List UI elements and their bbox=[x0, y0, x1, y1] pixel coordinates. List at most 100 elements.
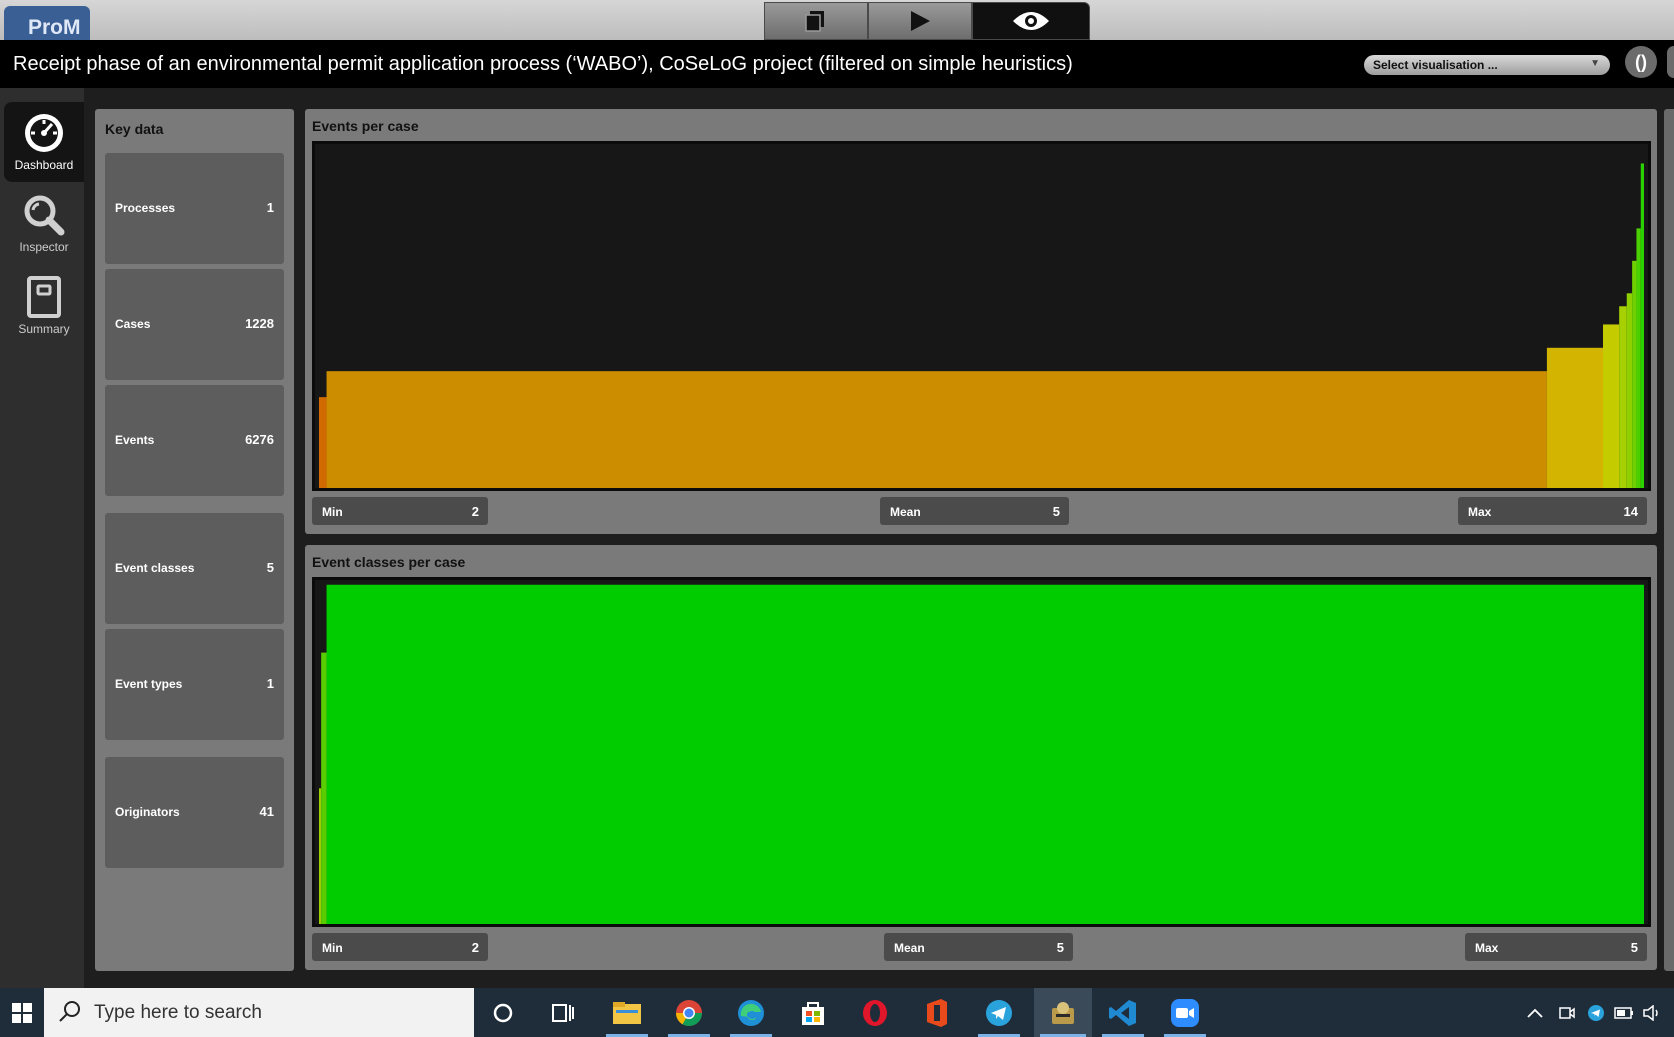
mean-value: 5 bbox=[1052, 504, 1060, 519]
visualisation-select[interactable]: Select visualisation ... ▼ bbox=[1364, 55, 1610, 75]
distribution-bar bbox=[326, 371, 1547, 488]
distribution-bar bbox=[321, 652, 327, 924]
min-label: Min bbox=[322, 941, 343, 955]
key-data-value: 41 bbox=[259, 804, 274, 819]
nav-label-dashboard: Dashboard bbox=[14, 158, 74, 172]
distribution-bar bbox=[1632, 260, 1637, 488]
min-stat: Min 2 bbox=[312, 497, 488, 525]
nav-label-inspector: Inspector bbox=[19, 240, 69, 254]
key-data-value: 5 bbox=[266, 560, 274, 575]
gauge-icon bbox=[25, 114, 63, 152]
distribution-bar bbox=[319, 788, 322, 924]
edge-icon bbox=[738, 999, 764, 1026]
office-button[interactable] bbox=[910, 988, 964, 1037]
key-data-card: Processes 1 bbox=[105, 153, 284, 264]
min-value: 2 bbox=[471, 940, 479, 955]
refresh-button[interactable]: () bbox=[1625, 46, 1657, 78]
mode-switcher bbox=[764, 2, 1090, 40]
key-data-card: Events 6276 bbox=[105, 385, 284, 496]
office-icon bbox=[927, 998, 947, 1027]
nav-label-summary: Summary bbox=[18, 322, 70, 336]
action-tab[interactable] bbox=[868, 2, 972, 40]
opera-icon bbox=[863, 999, 887, 1026]
telegram-button[interactable] bbox=[972, 988, 1026, 1037]
tray-volume-button[interactable] bbox=[1638, 988, 1666, 1037]
key-data-label: Originators bbox=[115, 805, 180, 819]
start-button[interactable] bbox=[0, 988, 44, 1037]
max-stat: Max 14 bbox=[1458, 497, 1647, 525]
zoom-icon bbox=[1171, 998, 1199, 1027]
mean-stat: Mean 5 bbox=[880, 497, 1069, 525]
nav-item-inspector[interactable]: Inspector bbox=[4, 184, 84, 264]
edge-button[interactable] bbox=[1667, 46, 1674, 78]
distribution-bar bbox=[326, 584, 1644, 924]
zoom-button[interactable] bbox=[1158, 988, 1212, 1037]
log-title: Receipt phase of an environmental permit… bbox=[13, 53, 1073, 75]
tray-telegram-button[interactable] bbox=[1582, 988, 1610, 1037]
title-bar: Receipt phase of an environmental permit… bbox=[0, 40, 1674, 88]
mean-stat: Mean 5 bbox=[884, 933, 1073, 961]
tray-overflow-button[interactable] bbox=[1521, 988, 1549, 1037]
nav-item-summary[interactable]: Summary bbox=[4, 266, 84, 346]
mean-label: Mean bbox=[890, 505, 921, 519]
tray-meet-button[interactable] bbox=[1553, 988, 1581, 1037]
book-icon bbox=[27, 276, 61, 318]
file-explorer-button[interactable] bbox=[600, 988, 654, 1037]
min-value: 2 bbox=[471, 504, 479, 519]
magnifier-icon bbox=[24, 195, 65, 236]
distribution-bar bbox=[1636, 228, 1641, 488]
tray-battery-button[interactable] bbox=[1610, 988, 1638, 1037]
store-icon bbox=[802, 1001, 824, 1025]
search-icon bbox=[59, 1001, 80, 1022]
workspace-tab[interactable] bbox=[764, 2, 868, 40]
max-label: Max bbox=[1475, 941, 1499, 955]
taskbar-search[interactable]: Type here to search bbox=[44, 988, 474, 1037]
battery-icon bbox=[1614, 1006, 1633, 1019]
store-button[interactable] bbox=[786, 988, 840, 1037]
refresh-icon: () bbox=[1635, 51, 1647, 72]
vscode-button[interactable] bbox=[1096, 988, 1150, 1037]
edge-button[interactable] bbox=[724, 988, 778, 1037]
telegram-icon bbox=[986, 999, 1012, 1026]
mean-value: 5 bbox=[1056, 940, 1064, 955]
events-per-case-title: Events per case bbox=[312, 118, 419, 134]
distribution-bar bbox=[1640, 163, 1644, 488]
eye-icon bbox=[1013, 12, 1049, 30]
key-data-card: Cases 1228 bbox=[105, 269, 284, 380]
key-data-card: Event classes 5 bbox=[105, 513, 284, 624]
meet-icon bbox=[1559, 1006, 1575, 1019]
key-data-label: Cases bbox=[115, 317, 151, 331]
key-data-value: 1 bbox=[266, 200, 274, 215]
key-data-label: Processes bbox=[115, 201, 176, 215]
chrome-button[interactable] bbox=[662, 988, 716, 1037]
key-data-value: 6276 bbox=[245, 432, 274, 447]
event-classes-per-case-svg bbox=[319, 584, 1644, 924]
nav-item-dashboard[interactable]: Dashboard bbox=[4, 102, 84, 182]
play-icon bbox=[911, 11, 930, 31]
view-navigation: Dashboard Inspector Summary bbox=[0, 88, 84, 988]
workspace-icon bbox=[805, 11, 824, 32]
prom-taskbar-button[interactable] bbox=[1034, 988, 1092, 1037]
key-data-panel: Key data Processes 1 Cases 1228 Events 6… bbox=[95, 109, 294, 971]
search-placeholder: Type here to search bbox=[94, 1002, 262, 1023]
chrome-icon bbox=[675, 999, 703, 1026]
distribution-bar bbox=[1626, 293, 1633, 488]
distribution-bar bbox=[319, 397, 327, 488]
distribution-bar bbox=[1546, 347, 1603, 488]
key-data-card: Event types 1 bbox=[105, 629, 284, 740]
cortana-icon bbox=[493, 1003, 513, 1022]
task-view-button[interactable] bbox=[536, 988, 590, 1037]
mean-label: Mean bbox=[894, 941, 925, 955]
event-classes-per-case-chart bbox=[312, 577, 1651, 927]
events-per-case-chart bbox=[312, 141, 1651, 491]
windows-taskbar: Type here to search bbox=[0, 988, 1674, 1037]
key-data-value: 1228 bbox=[245, 316, 274, 331]
distribution-bar bbox=[1603, 324, 1620, 488]
view-tab[interactable] bbox=[972, 2, 1090, 40]
max-value: 14 bbox=[1623, 504, 1638, 519]
windows-icon bbox=[12, 1002, 32, 1023]
opera-button[interactable] bbox=[848, 988, 902, 1037]
cortana-button[interactable] bbox=[476, 988, 530, 1037]
collapsed-side-panel[interactable] bbox=[1664, 109, 1674, 971]
event-classes-per-case-panel: Event classes per case Min 2 Mean 5 Max … bbox=[305, 545, 1657, 970]
